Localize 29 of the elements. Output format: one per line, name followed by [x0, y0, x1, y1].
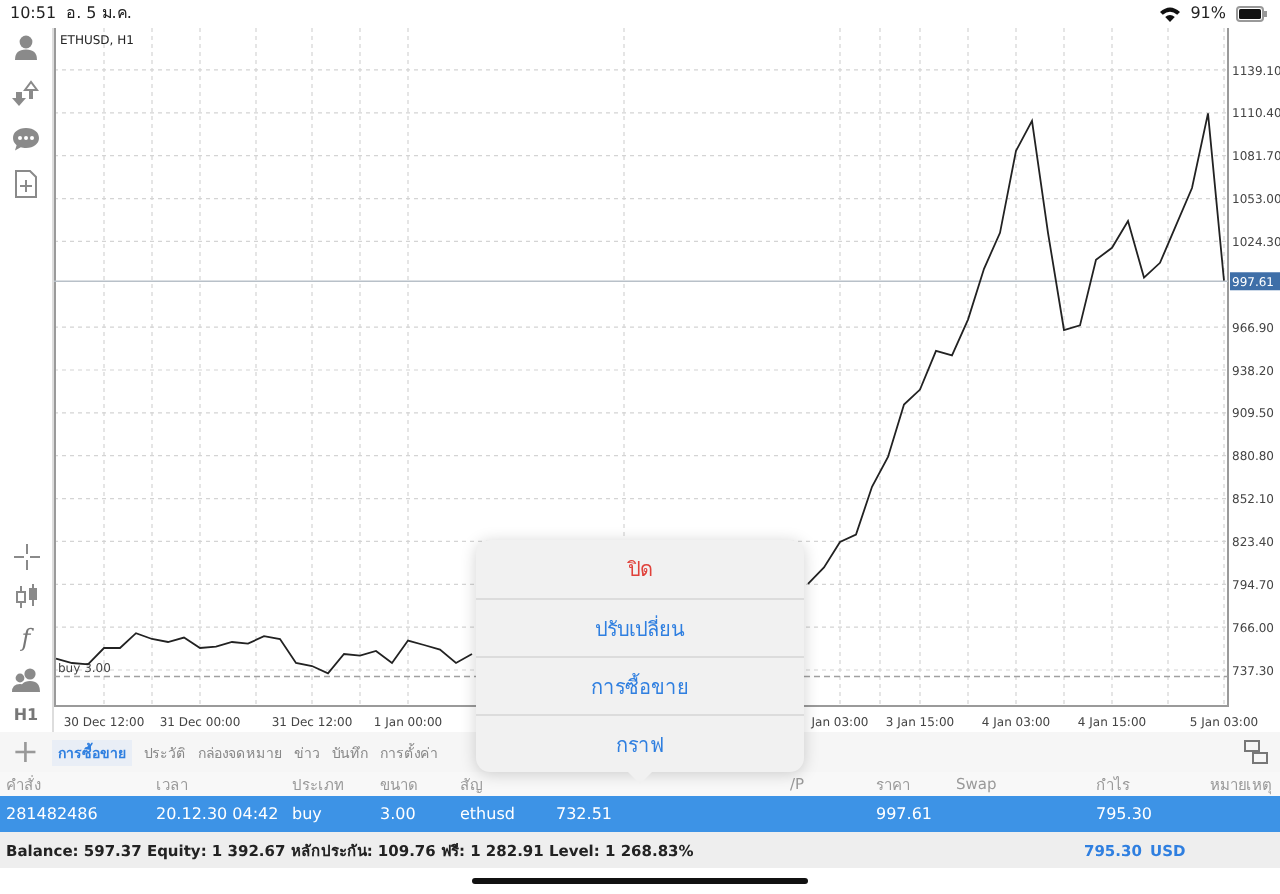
menu-item[interactable]: ปรับเปลี่ยน	[476, 598, 804, 656]
trade-arrows-icon[interactable]	[12, 80, 40, 108]
status-time: 10:51	[10, 6, 57, 22]
people-icon[interactable]	[12, 666, 40, 692]
add-button[interactable]: +	[12, 736, 40, 768]
menu-item[interactable]: การซื้อขาย	[476, 656, 804, 714]
status-date: อ. 5 ม.ค.	[66, 6, 132, 22]
table-cell: 997.61	[876, 805, 932, 823]
crosshair-icon[interactable]	[13, 544, 39, 570]
layout-icon[interactable]	[1244, 740, 1268, 764]
candlestick-icon[interactable]	[13, 584, 39, 610]
table-cell: 732.51	[556, 805, 612, 823]
wifi-icon	[1160, 6, 1181, 22]
table-cell: 281482486	[6, 805, 98, 823]
menu-item[interactable]: กราฟ	[476, 714, 804, 772]
table-cell: 795.30	[1096, 805, 1152, 823]
account-icon[interactable]	[12, 34, 40, 62]
menu-item[interactable]: ปิด	[476, 540, 804, 598]
new-document-icon[interactable]	[14, 170, 38, 198]
table-cell: ethusd	[460, 805, 515, 823]
battery-icon	[1236, 6, 1268, 22]
position-row[interactable]: 281482486 20.12.30 04:42 buy 3.00 ethusd 732.51 997.61 795.30	[0, 796, 1280, 832]
table-cell: 3.00	[380, 805, 416, 823]
battery-percent: 91%	[1190, 6, 1226, 22]
table-cell: 20.12.30 04:42	[156, 805, 279, 823]
chat-icon[interactable]	[12, 126, 40, 152]
table-cell: buy	[292, 805, 322, 823]
period-label[interactable]: H1	[13, 706, 39, 724]
indicator-function-glyph[interactable]: f	[21, 624, 31, 652]
